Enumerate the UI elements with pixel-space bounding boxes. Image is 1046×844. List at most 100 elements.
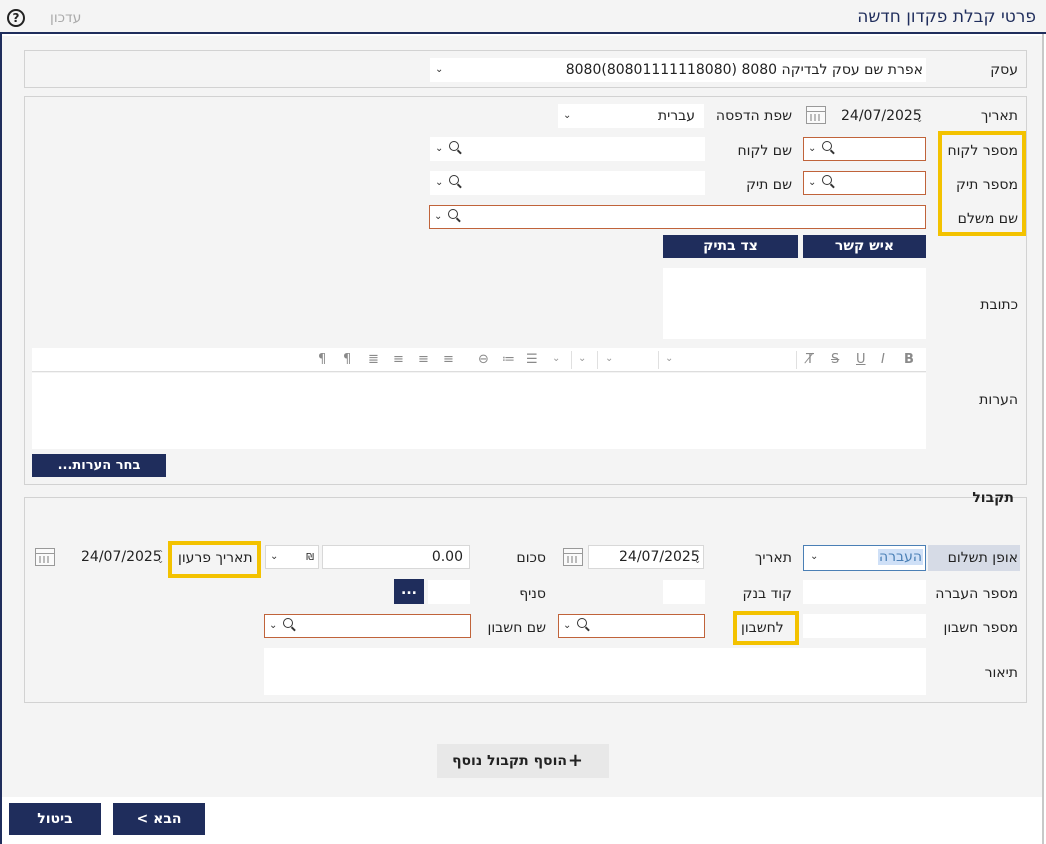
date-value: 24/07/2025: [841, 108, 922, 124]
search-icon[interactable]: [449, 141, 459, 151]
branch-input[interactable]: [428, 580, 470, 604]
frame-border: [1042, 34, 1044, 844]
align-center-icon[interactable]: ≡: [418, 352, 429, 367]
add-payment-button[interactable]: + הוסף תקבול נוסף: [437, 744, 609, 778]
print-language-select[interactable]: עברית ⌄: [558, 104, 704, 128]
branch-label: סניף: [519, 586, 546, 602]
clear-format-icon[interactable]: T̸: [806, 352, 814, 367]
currency-select[interactable]: ₪ ⌄: [265, 545, 319, 569]
calendar-icon[interactable]: [35, 548, 55, 566]
payment-method-select[interactable]: העברה ⌄: [803, 545, 926, 571]
file-name-input[interactable]: ⌄: [430, 171, 705, 195]
calendar-icon[interactable]: [806, 106, 826, 124]
maturity-date-label: תאריך פרעון: [178, 550, 253, 566]
maturity-date-input[interactable]: 24/07/2025 ⌃ ⌄: [60, 545, 167, 569]
search-icon[interactable]: [822, 175, 832, 185]
business-select[interactable]: 8080אפרת שם עסק לבדיקה 8080 (80801111118…: [430, 58, 926, 82]
link-icon[interactable]: ⊖: [478, 352, 489, 367]
file-number-input[interactable]: ⌄: [803, 171, 926, 195]
color-select[interactable]: ⌄: [576, 351, 598, 369]
chevron-down-icon: ⌄: [808, 143, 817, 154]
bullets-icon[interactable]: ☰: [526, 352, 538, 367]
date-input[interactable]: 24/07/2025 ⌃ ⌄: [830, 104, 926, 128]
account-number-input[interactable]: [803, 614, 926, 638]
maturity-date-value: 24/07/2025: [81, 549, 162, 565]
contact-button[interactable]: איש קשר: [803, 235, 926, 258]
spinner-icon[interactable]: ⌃ ⌄: [694, 550, 701, 565]
description-textarea[interactable]: [264, 648, 926, 695]
choose-notes-button[interactable]: בחר הערות...: [32, 454, 166, 477]
payment-section-title: תקבול: [972, 490, 1014, 506]
to-account-label: לחשבון: [741, 620, 784, 636]
currency-symbol: ₪: [306, 552, 314, 563]
chevron-down-icon: ⌄: [434, 211, 443, 222]
font-size-select[interactable]: ⌄: [663, 351, 797, 369]
next-button[interactable]: הבא >: [113, 803, 205, 835]
highlight-box: [938, 131, 1026, 236]
notes-editor[interactable]: [32, 373, 926, 449]
address-textarea[interactable]: [663, 268, 926, 339]
align-left-icon[interactable]: ≡: [393, 352, 404, 367]
search-icon[interactable]: [448, 209, 458, 219]
to-account-input[interactable]: ⌄: [558, 614, 705, 638]
payer-name-input[interactable]: ⌄: [429, 205, 926, 229]
account-number-label: מספר חשבון: [943, 620, 1018, 636]
chevron-down-icon: ⌄: [563, 110, 572, 121]
chevron-down-icon: ⌄: [563, 620, 572, 631]
bank-code-input[interactable]: [663, 580, 705, 604]
customer-name-input[interactable]: ⌄: [430, 137, 705, 161]
align-right-icon[interactable]: ≡: [443, 352, 454, 367]
payment-date-input[interactable]: 24/07/2025 ⌃ ⌄: [588, 545, 704, 569]
file-name-label: שם תיק: [746, 177, 792, 193]
payment-date-value: 24/07/2025: [619, 549, 700, 565]
spinner-icon[interactable]: ⌃ ⌄: [916, 109, 923, 124]
amount-input[interactable]: 0.00: [322, 545, 470, 569]
strikethrough-icon[interactable]: S: [831, 352, 839, 367]
chevron-down-icon: ⌄: [435, 177, 444, 188]
spinner-icon[interactable]: ⌃ ⌄: [157, 550, 164, 565]
search-icon[interactable]: [822, 141, 832, 151]
print-language-label: שפת הדפסה: [715, 108, 792, 124]
chevron-down-icon: ⌄: [269, 620, 278, 631]
date-label: תאריך: [980, 108, 1018, 124]
browse-button[interactable]: ...: [394, 579, 424, 604]
search-icon[interactable]: [449, 175, 459, 185]
numbered-list-icon[interactable]: ≔: [502, 352, 515, 367]
underline-icon[interactable]: U: [856, 352, 866, 367]
payment-date-label: תאריך: [754, 550, 792, 566]
highlight-color-select[interactable]: ⌄: [550, 351, 572, 369]
justify-icon[interactable]: ≣: [368, 352, 379, 367]
chevron-down-icon: ⌄: [270, 551, 279, 562]
paragraph-rtl-icon[interactable]: ¶: [343, 352, 351, 367]
amount-value: 0.00: [431, 549, 463, 565]
transfer-number-label: מספר העברה: [935, 586, 1018, 602]
calendar-icon[interactable]: [563, 548, 583, 566]
chevron-down-icon: ⌄: [810, 551, 819, 562]
italic-icon[interactable]: I: [881, 352, 885, 367]
transfer-number-input[interactable]: [803, 580, 926, 604]
cancel-button[interactable]: ביטול: [9, 803, 101, 835]
bank-code-label: קוד בנק: [742, 586, 792, 602]
payment-method-label: אופן תשלום: [947, 550, 1018, 566]
page-title: פרטי קבלת פקדון חדשה: [857, 7, 1036, 27]
business-label: עסק: [990, 62, 1018, 78]
chevron-down-icon: ⌄: [435, 143, 444, 154]
update-link[interactable]: עדכון: [50, 10, 81, 26]
account-name-label: שם חשבון: [487, 620, 546, 636]
customer-number-input[interactable]: ⌄: [803, 137, 926, 161]
party-in-file-button[interactable]: צד בתיק: [663, 235, 798, 258]
plus-icon: +: [567, 750, 583, 771]
search-icon[interactable]: [577, 618, 587, 628]
description-label: תיאור: [984, 665, 1018, 681]
search-icon[interactable]: [283, 618, 293, 628]
add-payment-label: הוסף תקבול נוסף: [452, 753, 567, 769]
business-value: 8080אפרת שם עסק לבדיקה 8080 (80801111118…: [565, 62, 923, 78]
account-name-input[interactable]: ⌄: [264, 614, 471, 638]
font-family-select[interactable]: ⌄: [603, 351, 659, 369]
chevron-down-icon: ⌄: [808, 177, 817, 188]
notes-label: הערות: [979, 392, 1018, 408]
bold-icon[interactable]: B: [904, 352, 914, 367]
payment-method-value: העברה: [877, 549, 923, 565]
help-icon[interactable]: ?: [7, 9, 25, 27]
paragraph-ltr-icon[interactable]: ¶: [318, 352, 326, 367]
